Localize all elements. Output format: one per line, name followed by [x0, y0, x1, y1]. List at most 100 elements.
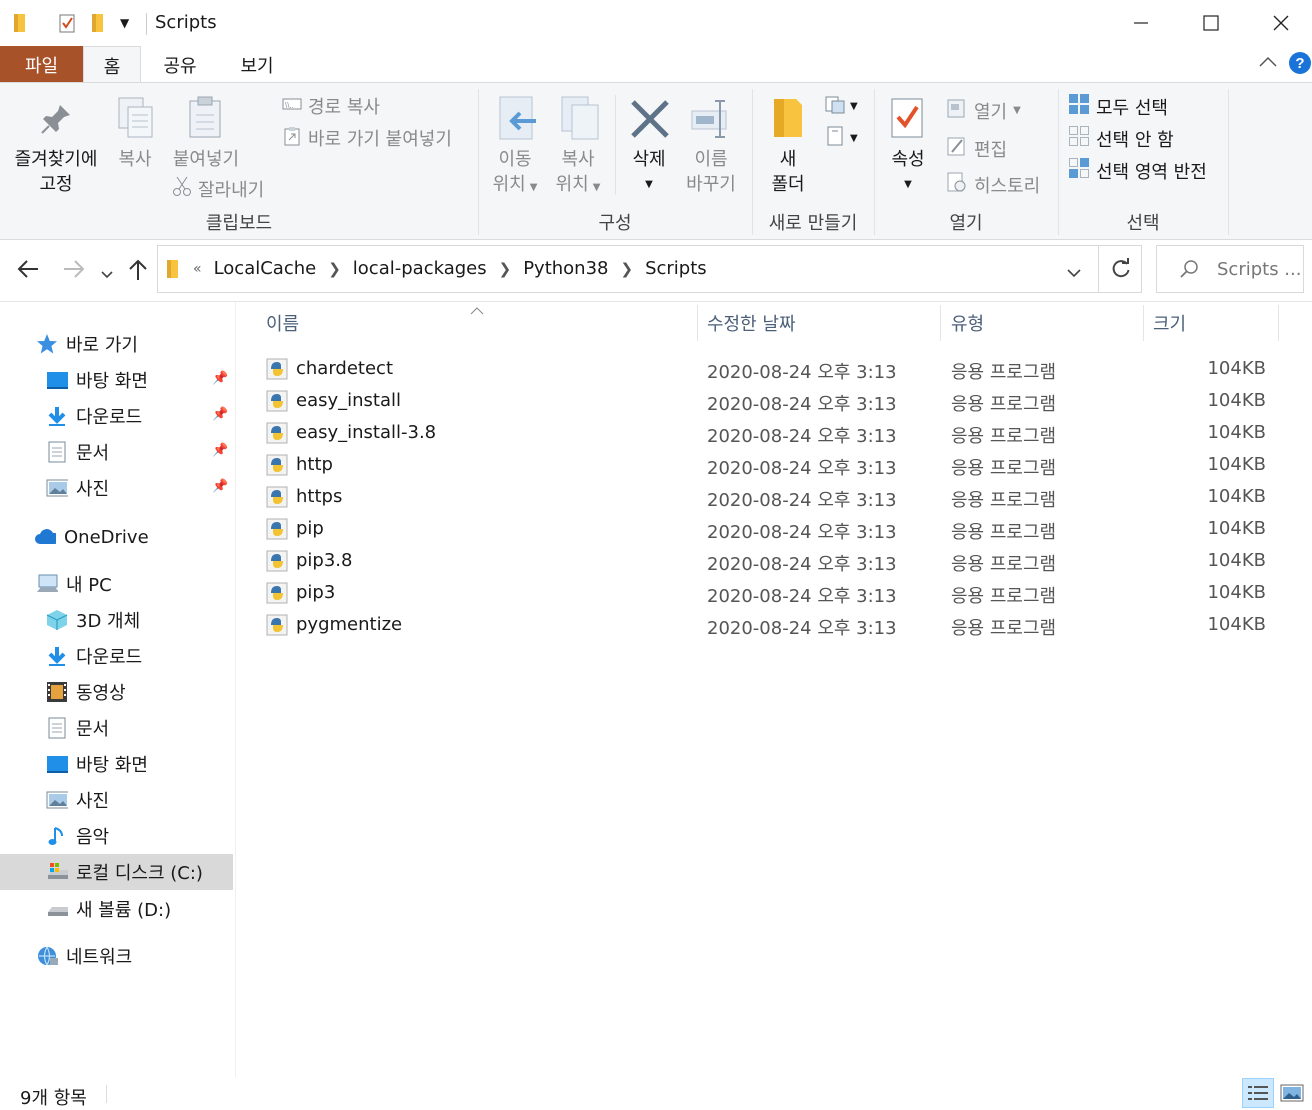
column-header-size[interactable]: 크기: [1153, 305, 1186, 341]
paste-shortcut-button[interactable]: 바로 가기 붙여넣기: [282, 125, 452, 151]
copy-button[interactable]: 복사: [110, 147, 160, 172]
refresh-icon[interactable]: [1110, 258, 1132, 285]
nav-quick-access[interactable]: 바로 가기: [36, 326, 138, 362]
nav-item-volume-d[interactable]: 새 볼륨 (D:): [46, 891, 171, 927]
pin-to-quick-access-button[interactable]: 즐겨찾기에 고정: [8, 147, 104, 197]
chevron-right-icon[interactable]: ❯: [621, 260, 634, 278]
nav-item-pictures-pc[interactable]: 사진: [46, 782, 109, 818]
nav-onedrive[interactable]: OneDrive: [34, 519, 149, 555]
column-divider[interactable]: [697, 305, 698, 341]
forward-arrow-icon[interactable]: [62, 258, 86, 286]
breadcrumb-item[interactable]: local-packages: [353, 258, 487, 279]
nav-item-music[interactable]: 음악: [46, 818, 109, 854]
chevron-right-icon[interactable]: ❯: [499, 260, 512, 278]
search-box[interactable]: Scripts ...: [1156, 245, 1304, 293]
easy-access-button[interactable]: ▼: [824, 125, 858, 152]
edit-icon: [946, 135, 968, 162]
nav-item-local-disk-c[interactable]: 로컬 디스크 (C:): [46, 854, 203, 890]
breadcrumb-item[interactable]: LocalCache: [214, 258, 317, 279]
paste-button[interactable]: 붙여넣기: [166, 147, 246, 172]
nav-item-downloads[interactable]: 다운로드: [46, 398, 142, 434]
large-icons-view-button[interactable]: [1276, 1078, 1308, 1108]
nav-item-downloads-pc[interactable]: 다운로드: [46, 638, 142, 674]
breadcrumb-overflow[interactable]: «: [193, 261, 202, 277]
address-dropdown-chevron-icon[interactable]: [1066, 264, 1082, 284]
tab-share[interactable]: 공유: [150, 46, 210, 83]
table-row[interactable]: easy_install 2020-08-24 오후 3:13 응용 프로그램 …: [262, 386, 1282, 418]
move-to-button[interactable]: 이동 위치 ▼: [488, 147, 542, 200]
nav-item-documents[interactable]: 문서: [46, 434, 109, 470]
new-folder-quick-icon[interactable]: [90, 12, 106, 39]
copy-to-button[interactable]: 복사 위치 ▼: [548, 147, 608, 200]
table-row[interactable]: pip3.8 2020-08-24 오후 3:13 응용 프로그램 104KB: [262, 546, 1282, 578]
nav-item-3d-objects[interactable]: 3D 개체: [46, 602, 140, 638]
nav-item-documents-pc[interactable]: 문서: [46, 710, 109, 746]
table-row[interactable]: pip3 2020-08-24 오후 3:13 응용 프로그램 104KB: [262, 578, 1282, 610]
tab-file[interactable]: 파일: [0, 46, 83, 83]
nav-item-videos[interactable]: 동영상: [46, 674, 126, 710]
new-item-button[interactable]: ▼: [824, 93, 858, 120]
file-name: easy_install: [296, 390, 402, 411]
open-label: 열기: [974, 101, 1008, 123]
column-header-type[interactable]: 유형: [951, 305, 984, 341]
nav-label: 새 볼륨 (D:): [76, 900, 172, 921]
table-row[interactable]: chardetect 2020-08-24 오후 3:13 응용 프로그램 10…: [262, 354, 1282, 386]
new-folder-button[interactable]: 새 폴더: [760, 147, 816, 197]
maximize-button[interactable]: [1176, 0, 1246, 46]
select-all-button[interactable]: 모두 선택: [1068, 93, 1168, 120]
table-row[interactable]: pygmentize 2020-08-24 오후 3:13 응용 프로그램 10…: [262, 610, 1282, 642]
help-icon[interactable]: ?: [1288, 51, 1312, 80]
nav-this-pc[interactable]: 내 PC: [36, 566, 112, 602]
chevron-up-icon[interactable]: [1258, 54, 1278, 74]
pin-icon[interactable]: 📌: [212, 371, 228, 386]
back-arrow-icon[interactable]: [16, 258, 40, 286]
file-date: 2020-08-24 오후 3:13: [707, 394, 897, 415]
copy-path-button[interactable]: \\.. 경로 복사: [282, 93, 380, 119]
nav-item-pictures[interactable]: 사진: [46, 470, 109, 506]
column-divider[interactable]: [940, 305, 941, 341]
pin-icon[interactable]: 📌: [212, 407, 228, 422]
chevron-right-icon[interactable]: ❯: [328, 260, 341, 278]
table-row[interactable]: https 2020-08-24 오후 3:13 응용 프로그램 104KB: [262, 482, 1282, 514]
nav-label: 문서: [76, 719, 110, 740]
pin-icon[interactable]: 📌: [212, 479, 228, 494]
breadcrumb-item[interactable]: Python38: [523, 258, 608, 279]
pictures-icon: [46, 477, 68, 499]
nav-item-desktop[interactable]: 바탕 화면: [46, 362, 148, 398]
column-header-name[interactable]: 이름: [266, 305, 299, 341]
file-type: 응용 프로그램: [951, 426, 1057, 447]
properties-button[interactable]: 속성 ▼: [880, 147, 936, 197]
tab-view[interactable]: 보기: [225, 46, 289, 83]
file-size: 104KB: [1207, 390, 1266, 411]
properties-quick-icon[interactable]: [58, 12, 78, 39]
table-row[interactable]: pip 2020-08-24 오후 3:13 응용 프로그램 104KB: [262, 514, 1282, 546]
column-divider[interactable]: [1278, 305, 1279, 341]
nav-network[interactable]: 네트워크: [36, 938, 132, 974]
open-button[interactable]: 열기 ▼: [946, 97, 1021, 124]
delete-button[interactable]: 삭제 ▼: [622, 147, 676, 197]
details-view-button[interactable]: [1242, 1078, 1274, 1108]
table-row[interactable]: http 2020-08-24 오후 3:13 응용 프로그램 104KB: [262, 450, 1282, 482]
recent-locations-chevron-icon[interactable]: [100, 262, 114, 287]
column-header-date[interactable]: 수정한 날짜: [707, 305, 796, 341]
rename-button[interactable]: 이름 바꾸기: [680, 147, 742, 197]
tab-home[interactable]: 홈: [83, 46, 141, 84]
close-button[interactable]: [1246, 0, 1312, 46]
pin-label-1: 즐겨찾기에: [14, 149, 98, 170]
invert-selection-button[interactable]: 선택 영역 반전: [1068, 157, 1207, 184]
pin-icon[interactable]: 📌: [212, 443, 228, 458]
edit-button[interactable]: 편집: [946, 135, 1007, 162]
breadcrumb-item[interactable]: Scripts: [645, 258, 707, 279]
group-label-new: 새로 만들기: [768, 213, 858, 234]
cut-button[interactable]: 잘라내기: [172, 175, 264, 202]
caret-down-icon: ▼: [592, 182, 601, 193]
column-divider[interactable]: [1143, 305, 1144, 341]
select-none-button[interactable]: 선택 안 함: [1068, 125, 1174, 152]
nav-item-desktop-pc[interactable]: 바탕 화면: [46, 746, 148, 782]
minimize-button[interactable]: [1106, 0, 1176, 46]
table-row[interactable]: easy_install-3.8 2020-08-24 오후 3:13 응용 프…: [262, 418, 1282, 450]
history-button[interactable]: 히스토리: [946, 171, 1040, 198]
document-icon: [46, 717, 68, 739]
up-arrow-icon[interactable]: [127, 258, 149, 288]
customize-toolbar-icon[interactable]: ▼: [120, 16, 129, 30]
